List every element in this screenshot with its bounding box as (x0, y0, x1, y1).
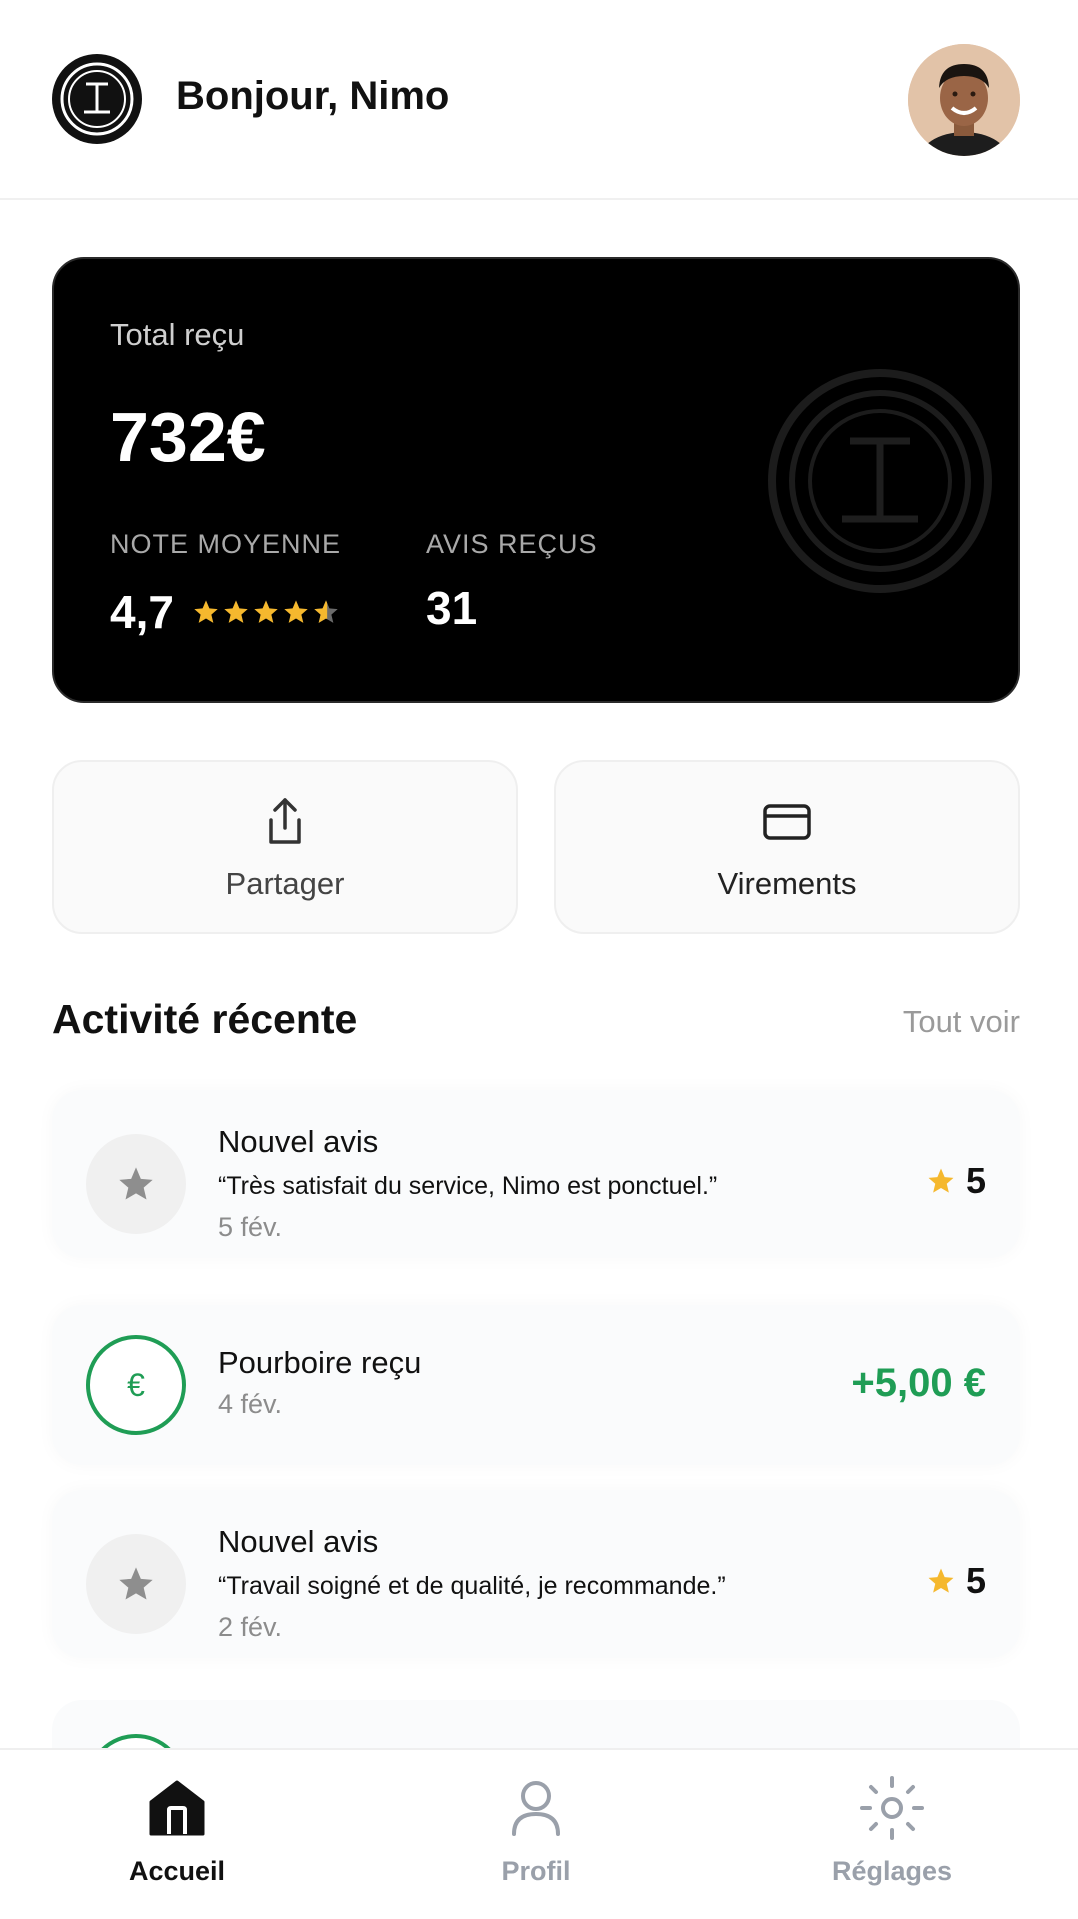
nav-home-label: Accueil (128, 1856, 226, 1886)
average-rating-value: 4,7 (110, 586, 174, 638)
star-icon (284, 600, 308, 623)
review-quote: “Travail soigné et de qualité, je recomm… (218, 1572, 726, 1600)
header: Bonjour, Nimo (0, 0, 1078, 200)
review-rating-value: 5 (965, 1160, 986, 1201)
nav-home[interactable]: Accueil (77, 1772, 277, 1902)
rating-stars (192, 598, 340, 626)
average-rating: 4,7 (110, 584, 340, 640)
nav-settings[interactable]: Réglages (792, 1772, 992, 1902)
activity-title: Nouvel avis (218, 1124, 379, 1159)
transfers-button[interactable]: Virements (554, 760, 1020, 934)
card-icon (757, 792, 817, 852)
activity-title: Nouvel avis (218, 1524, 379, 1559)
greeting-text: Bonjour, Nimo (176, 74, 450, 118)
star-half-icon (314, 600, 338, 623)
brand-logo-icon[interactable] (52, 54, 142, 144)
star-icon (928, 1168, 954, 1193)
home-icon (141, 1772, 213, 1844)
share-icon (255, 792, 315, 852)
average-rating-label: NOTE MOYENNE (110, 529, 342, 559)
activity-item-review[interactable]: Nouvel avis “Très satisfait du service, … (52, 1090, 1020, 1258)
tip-amount: +5,00 € (851, 1361, 986, 1405)
star-icon (194, 600, 218, 623)
activity-date: 4 fév. (218, 1389, 283, 1419)
euro-glyph: € (127, 1366, 145, 1403)
total-received-value: 732€ (110, 398, 266, 476)
activity-title: Pourboire reçu (218, 1345, 422, 1380)
see-all-link[interactable]: Tout voir (903, 1004, 1020, 1040)
brand-watermark-icon (768, 369, 992, 593)
star-icon (86, 1534, 186, 1634)
review-quote: “Très satisfait du service, Nimo est pon… (218, 1172, 718, 1200)
review-rating: 5 (926, 1560, 986, 1602)
transfers-button-label: Virements (717, 866, 857, 901)
review-rating-value: 5 (965, 1560, 986, 1601)
activity-date: 5 fév. (218, 1212, 283, 1242)
star-icon (224, 600, 248, 623)
star-icon (254, 600, 278, 623)
euro-icon: € (86, 1335, 186, 1435)
settings-sun-icon (856, 1772, 928, 1844)
activity-item-review[interactable]: Nouvel avis “Travail soigné et de qualit… (52, 1490, 1020, 1658)
user-icon (500, 1772, 572, 1844)
share-button[interactable]: Partager (52, 760, 518, 934)
nav-profile-label: Profil (501, 1856, 571, 1886)
nav-settings-label: Réglages (831, 1856, 953, 1886)
reviews-received-value: 31 (426, 582, 478, 634)
home-screen: Bonjour, Nimo Total reçu 732€ NOTE MOYEN… (0, 0, 1078, 1919)
star-icon (928, 1568, 954, 1593)
recent-activity-title: Activité récente (52, 996, 358, 1042)
activity-date: 2 fév. (218, 1612, 283, 1642)
reviews-received-label: AVIS REÇUS (426, 529, 598, 559)
bottom-navigation: Accueil Profil Réglages (0, 1748, 1078, 1919)
review-rating: 5 (926, 1160, 986, 1202)
star-icon (86, 1134, 186, 1234)
total-received-label: Total reçu (110, 317, 245, 352)
nav-profile[interactable]: Profil (436, 1772, 636, 1902)
user-avatar[interactable] (908, 44, 1020, 156)
share-button-label: Partager (225, 866, 345, 901)
activity-item-tip[interactable]: € Pourboire reçu 4 fév. +5,00 € (52, 1305, 1020, 1465)
earnings-summary-card: Total reçu 732€ NOTE MOYENNE AVIS REÇUS … (52, 257, 1020, 703)
